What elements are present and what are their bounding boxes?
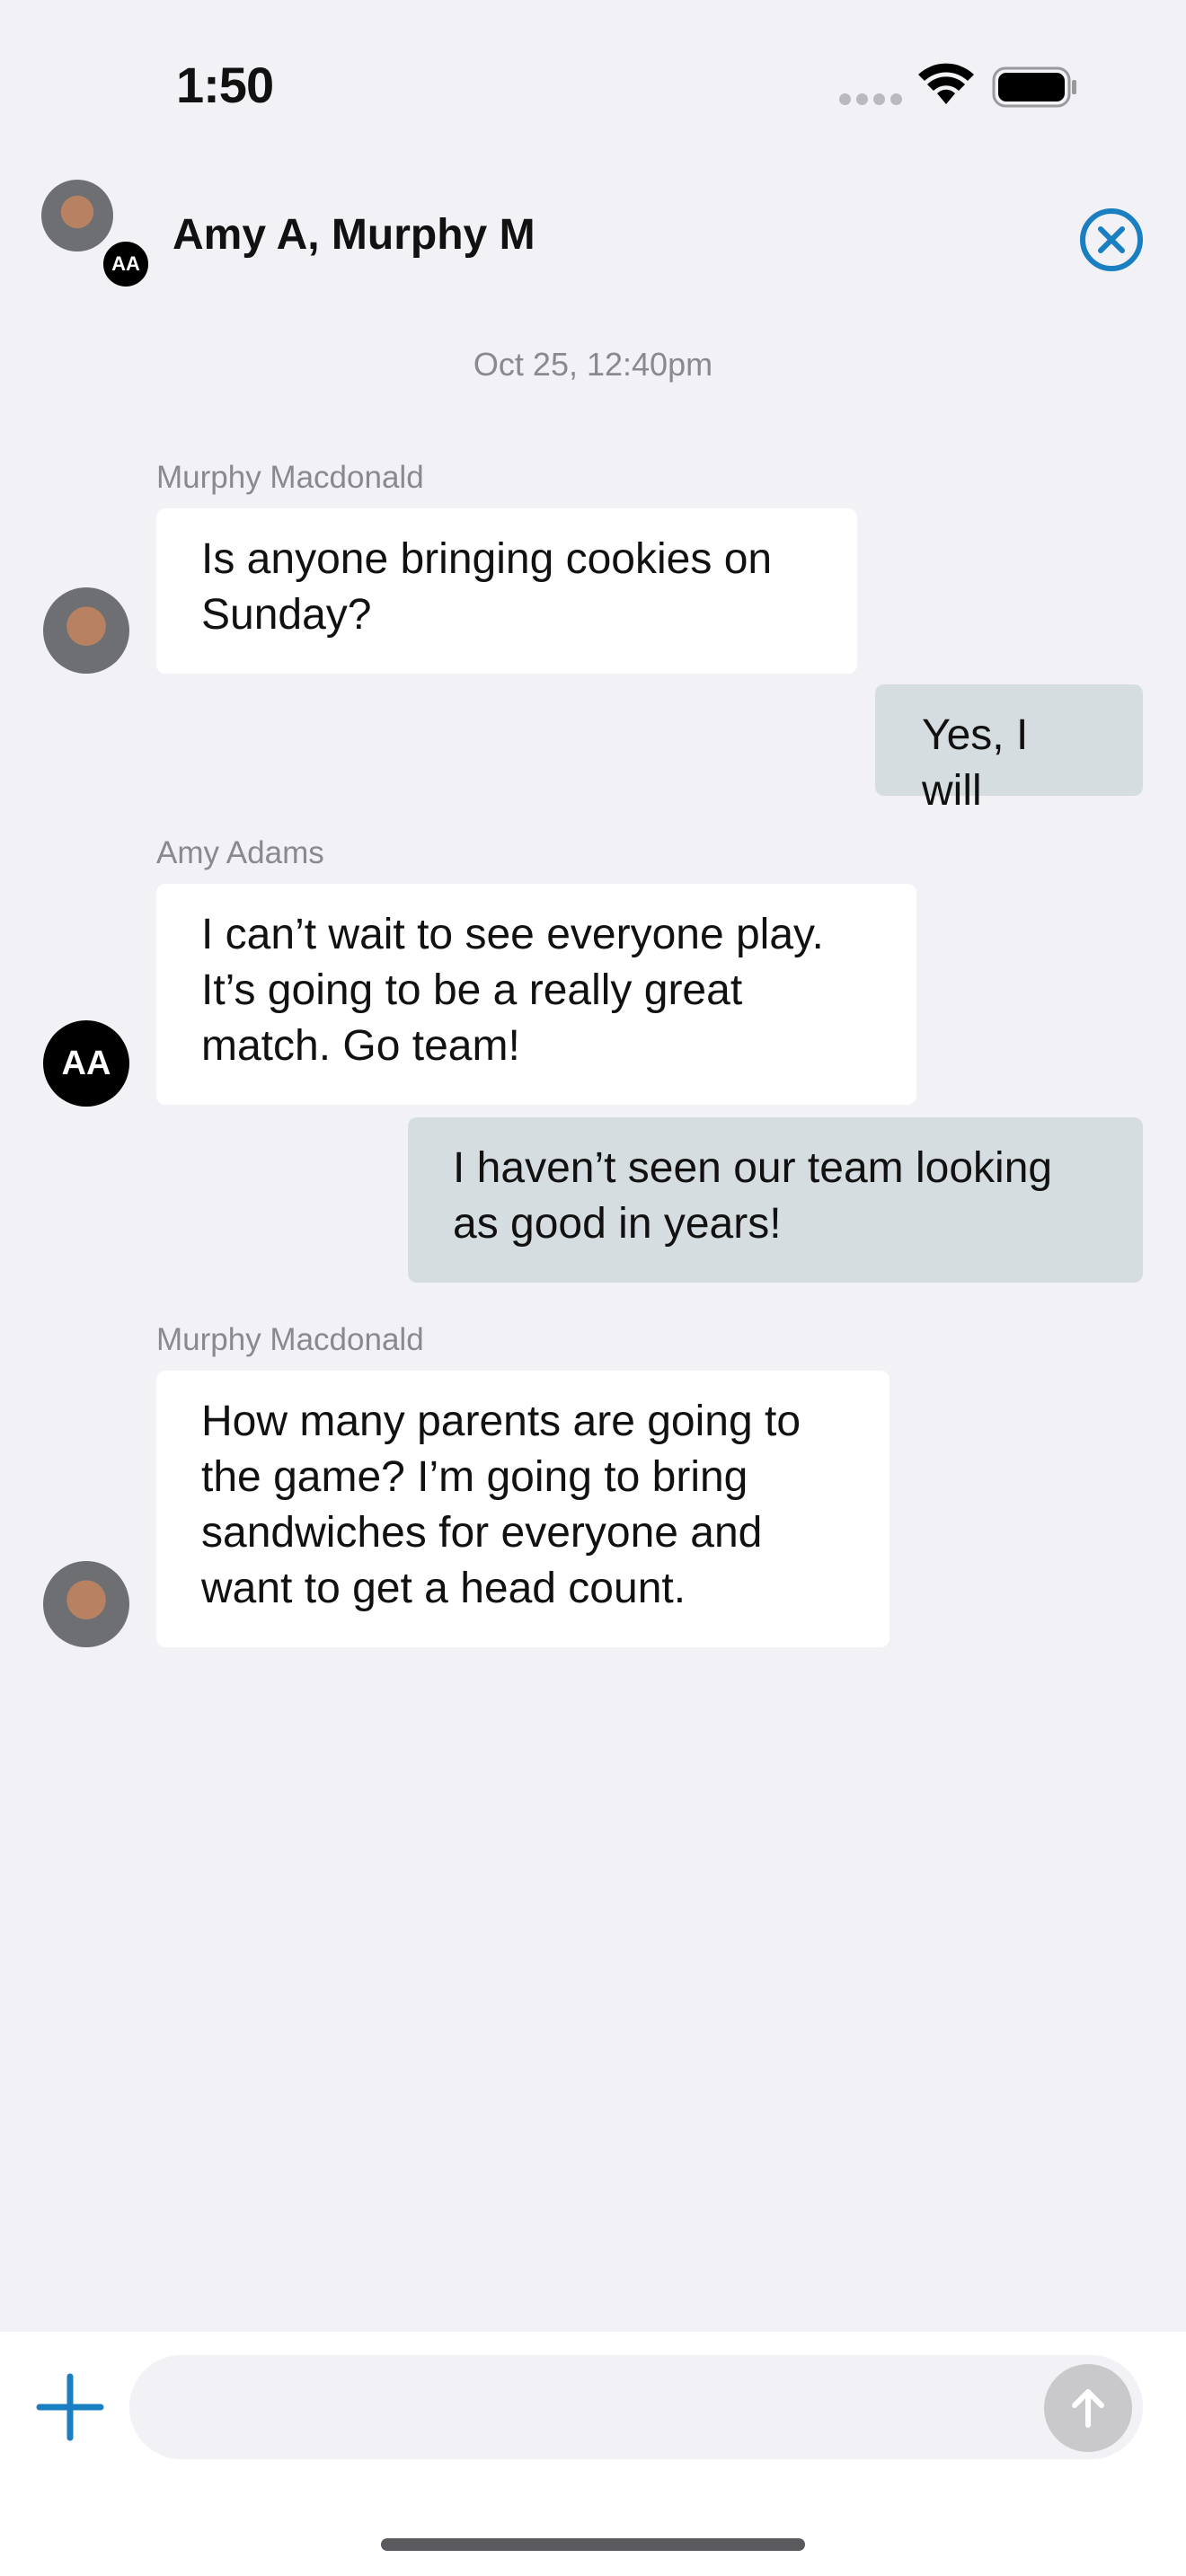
avatar-murphy (41, 180, 113, 251)
avatar-murphy[interactable] (43, 587, 129, 674)
cellular-dots-icon (839, 92, 907, 109)
message-bubble[interactable]: I can’t wait to see everyone play. It’s … (156, 884, 916, 1105)
message-bubble[interactable]: Is anyone bringing cookies on Sunday? (156, 508, 857, 674)
avatar-amy[interactable]: AA (43, 1020, 129, 1107)
message-input[interactable] (129, 2355, 1143, 2459)
sender-name: Amy Adams (156, 835, 324, 870)
status-time: 1:50 (176, 57, 274, 113)
avatar-murphy[interactable] (43, 1561, 129, 1647)
home-indicator[interactable] (381, 2538, 805, 2551)
message-text: want to get a head count. (201, 1565, 686, 1612)
message-text: How many parents are going to (201, 1398, 801, 1445)
arrow-up-icon (1072, 2389, 1104, 2428)
send-button[interactable] (1044, 2364, 1132, 2452)
message-text: match. Go team! (201, 1022, 520, 1070)
plus-icon[interactable] (34, 2371, 106, 2443)
message-text: as good in years! (453, 1200, 782, 1248)
message-bubble[interactable]: How many parents are going to the game? … (156, 1371, 890, 1647)
message-text: It’s going to be a really great (201, 966, 743, 1014)
message-bubble-outgoing[interactable]: I haven’t seen our team looking as good … (408, 1117, 1143, 1283)
message-text: I haven’t seen our team looking (453, 1144, 1053, 1192)
conversation-timestamp: Oct 25, 12:40pm (473, 346, 713, 383)
close-icon[interactable] (1078, 207, 1145, 273)
chat-screen: 1:50 AA Amy A, Murphy M Oct 25, 12:40pm … (0, 0, 1186, 2576)
conversation-title: Amy A, Murphy M (173, 211, 535, 259)
message-text: Is anyone bringing cookies on (201, 535, 773, 583)
message-text: the game? I’m going to bring (201, 1453, 748, 1501)
message-bubble-outgoing[interactable]: Yes, I will (875, 684, 1143, 815)
sender-name: Murphy Macdonald (156, 1322, 424, 1357)
message-text: Sunday? (201, 591, 372, 639)
wifi-icon (918, 63, 974, 104)
avatar-amy: AA (101, 239, 151, 289)
message-text: I can’t wait to see everyone play. (201, 911, 824, 958)
message-text: Yes, I will (922, 711, 1029, 815)
message-text: sandwiches for everyone and (201, 1509, 763, 1557)
battery-icon (992, 66, 1076, 108)
sender-name: Murphy Macdonald (156, 460, 424, 495)
group-avatar: AA (41, 180, 156, 295)
